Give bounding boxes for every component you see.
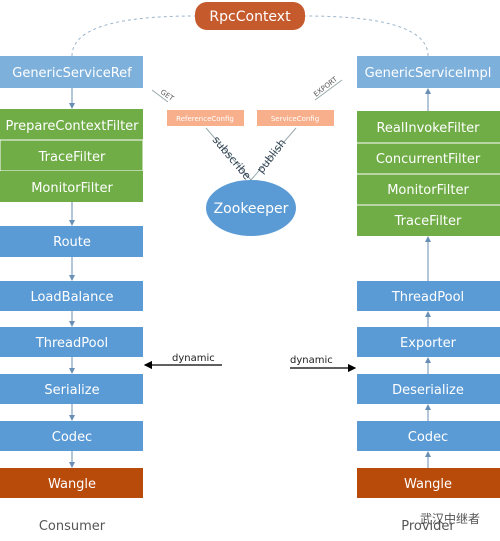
consumer-filters: PrepareContextFilter TraceFilter Monitor… (0, 109, 144, 202)
reference-config-label: ReferenceConfig (176, 115, 234, 123)
zookeeper-label: Zookeeper (214, 201, 289, 217)
codec-label: Codec (52, 430, 92, 445)
service-config-label: ServiceConfig (271, 115, 319, 123)
threadpool-label: ThreadPool (35, 336, 108, 351)
filter-label: TraceFilter (394, 214, 462, 229)
filter-label: MonitorFilter (387, 183, 469, 198)
dynamic-label-left: dynamic (172, 353, 215, 364)
dynamic-label-right: dynamic (290, 355, 333, 366)
architecture-diagram: RpcContext GenericServiceRef PrepareCont… (0, 0, 500, 541)
generic-service-ref-label: GenericServiceRef (12, 66, 132, 81)
watermark: 武汉中继者 (420, 511, 480, 526)
filter-label: RealInvokeFilter (376, 121, 480, 136)
filter-label: ConcurrentFilter (376, 152, 481, 167)
threadpool-label: ThreadPool (391, 290, 464, 305)
filter-label: PrepareContextFilter (5, 119, 139, 134)
route-label: Route (53, 235, 91, 250)
context-link-right (304, 15, 429, 57)
provider-filters: RealInvokeFilter ConcurrentFilter Monito… (357, 111, 500, 236)
context-link-left (71, 15, 196, 57)
codec-label: Codec (408, 430, 448, 445)
diagram-canvas: RpcContext GenericServiceRef PrepareCont… (0, 2, 500, 534)
filter-label: TraceFilter (38, 150, 106, 165)
subscribe-label: subscribe (210, 134, 254, 183)
publish-label: publish (254, 136, 289, 175)
generic-service-impl-label: GenericServiceImpl (365, 66, 492, 81)
loadbalance-label: LoadBalance (30, 290, 113, 305)
export-label: EXPORT (312, 75, 339, 99)
rpc-context-label: RpcContext (209, 9, 291, 25)
wangle-label: Wangle (404, 477, 452, 492)
wangle-label: Wangle (48, 477, 96, 492)
consumer-label: Consumer (39, 519, 106, 534)
exporter-label: Exporter (400, 336, 457, 351)
deserialize-label: Deserialize (392, 383, 464, 398)
serialize-label: Serialize (44, 383, 99, 398)
filter-label: MonitorFilter (31, 181, 113, 196)
